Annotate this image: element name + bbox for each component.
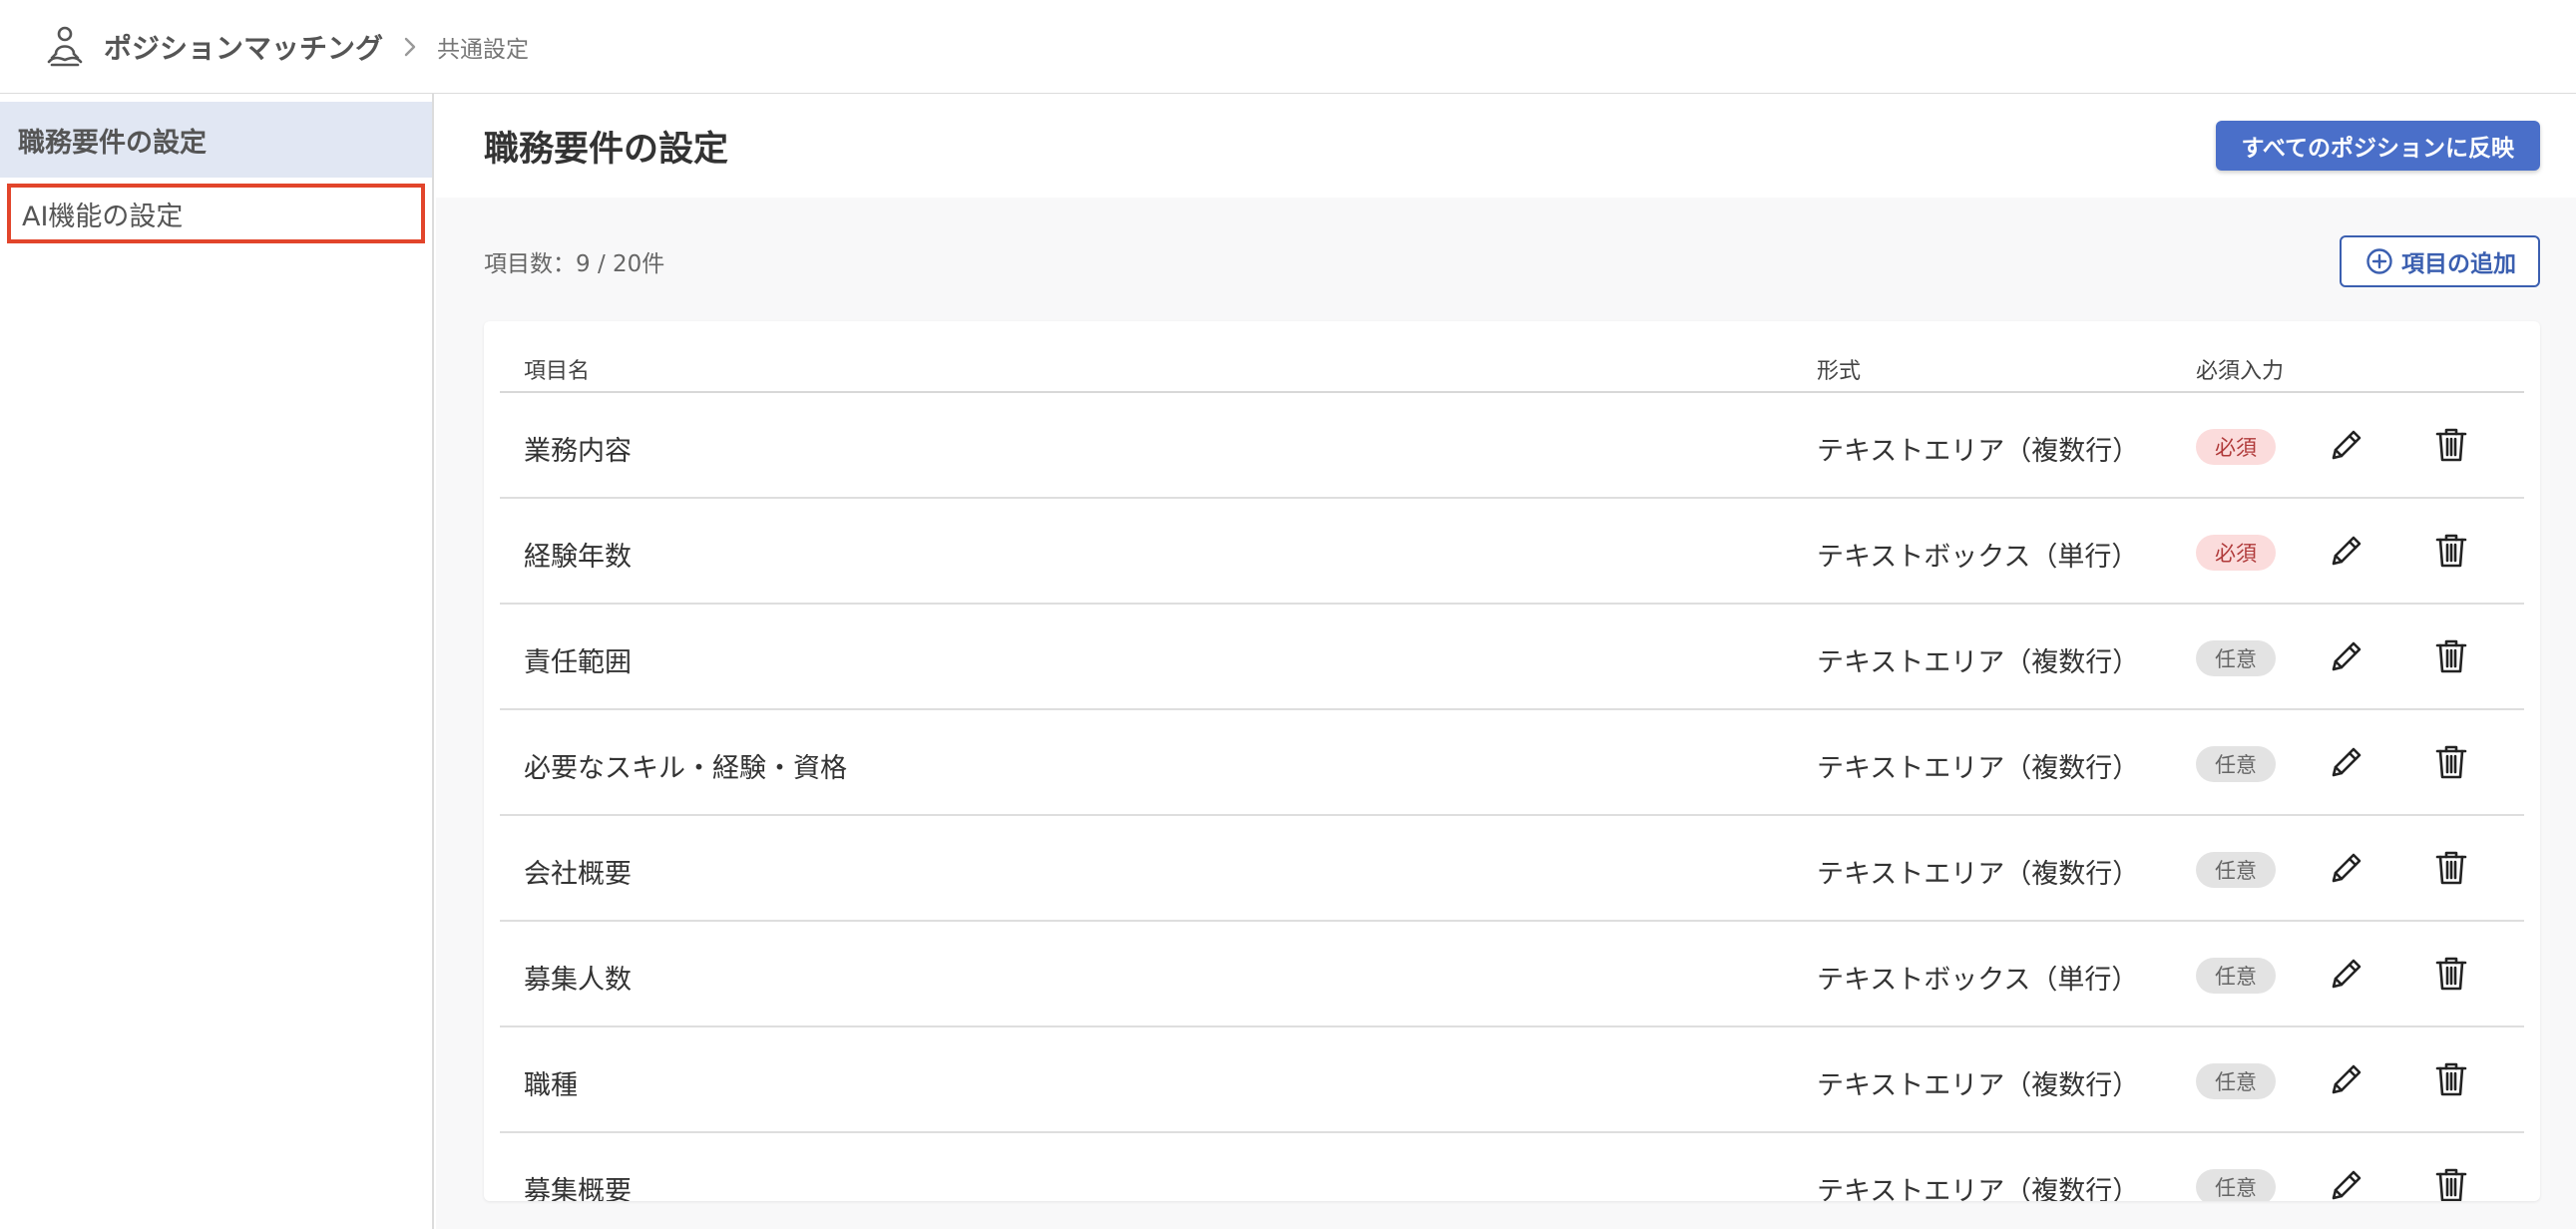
table-row: 責任範囲 テキストエリア（複数行） 任意 [500, 605, 2524, 710]
item-name: 募集人数 [524, 965, 632, 996]
trash-icon[interactable] [2429, 1163, 2473, 1201]
column-header-required: 必須入力 [2196, 359, 2285, 384]
add-item-button[interactable]: 項目の追加 [2340, 235, 2540, 287]
pencil-icon[interactable] [2325, 423, 2368, 467]
trash-icon[interactable] [2429, 1057, 2473, 1101]
item-name: 業務内容 [524, 436, 632, 467]
required-badge: 任意 [2196, 958, 2276, 994]
sidebar-item-label: AI機能の設定 [22, 201, 184, 232]
meditation-person-icon[interactable] [40, 22, 90, 72]
pencil-icon[interactable] [2325, 1163, 2368, 1201]
table-row: 募集人数 テキストボックス（単行） 任意 [500, 922, 2524, 1027]
required-badge: 任意 [2196, 852, 2276, 888]
breadcrumb[interactable]: 共通設定 [437, 30, 529, 64]
trash-icon[interactable] [2429, 529, 2473, 573]
table-row: 募集概要 テキストエリア（複数行） 任意 [500, 1133, 2524, 1201]
table-header: 項目名 形式 必須入力 [500, 321, 2524, 393]
app-header: ポジションマッチング 共通設定 [0, 0, 2576, 94]
trash-icon[interactable] [2429, 740, 2473, 784]
item-name: 募集概要 [524, 1176, 632, 1201]
trash-icon[interactable] [2429, 846, 2473, 890]
item-type: テキストエリア（複数行） [1817, 1070, 2140, 1101]
item-type: テキストボックス（単行） [1817, 965, 2139, 996]
page-title: 職務要件の設定 [484, 129, 729, 170]
main-content: 職務要件の設定 すべてのポジションに反映 項目数：9 / 20件 項目の追加 項… [436, 94, 2576, 1229]
item-name: 会社概要 [524, 859, 632, 890]
pencil-icon[interactable] [2325, 846, 2368, 890]
required-badge: 必須 [2196, 535, 2276, 571]
sidebar-item-ai-settings[interactable]: AI機能の設定 [7, 184, 425, 243]
column-header-name: 項目名 [524, 359, 591, 384]
item-name: 必要なスキル・経験・資格 [524, 753, 847, 784]
plus-circle-icon [2366, 248, 2392, 274]
app-title[interactable]: ポジションマッチング [104, 27, 383, 67]
table-row: 業務内容 テキストエリア（複数行） 必須 [500, 393, 2524, 499]
table-toolbar: 項目数：9 / 20件 項目の追加 [484, 235, 2540, 287]
required-badge: 任意 [2196, 640, 2276, 676]
main-header: 職務要件の設定 すべてのポジションに反映 [436, 94, 2576, 198]
item-type: テキストエリア（複数行） [1817, 647, 2140, 678]
item-type: テキストエリア（複数行） [1817, 1176, 2140, 1201]
table-row: 会社概要 テキストエリア（複数行） 任意 [500, 816, 2524, 922]
table-row: 必要なスキル・経験・資格 テキストエリア（複数行） 任意 [500, 710, 2524, 816]
add-item-label: 項目の追加 [2401, 251, 2516, 277]
sidebar-item-job-requirements[interactable]: 職務要件の設定 [0, 102, 432, 178]
trash-icon[interactable] [2429, 423, 2473, 467]
required-badge: 任意 [2196, 1063, 2276, 1099]
required-badge: 任意 [2196, 746, 2276, 782]
pencil-icon[interactable] [2325, 952, 2368, 996]
sidebar: 職務要件の設定 AI機能の設定 [0, 94, 434, 1229]
item-type: テキストボックス（単行） [1817, 542, 2139, 573]
item-name: 責任範囲 [524, 647, 632, 678]
column-header-type: 形式 [1817, 359, 1862, 384]
item-count: 項目数：9 / 20件 [484, 251, 665, 277]
table-row: 職種 テキストエリア（複数行） 任意 [500, 1027, 2524, 1133]
required-badge: 必須 [2196, 429, 2276, 465]
item-name: 職種 [524, 1070, 578, 1101]
sidebar-item-label: 職務要件の設定 [18, 127, 207, 159]
required-badge: 任意 [2196, 1169, 2276, 1201]
trash-icon[interactable] [2429, 952, 2473, 996]
pencil-icon[interactable] [2325, 529, 2368, 573]
pencil-icon[interactable] [2325, 1057, 2368, 1101]
item-type: テキストエリア（複数行） [1817, 859, 2140, 890]
pencil-icon[interactable] [2325, 740, 2368, 784]
item-type: テキストエリア（複数行） [1817, 436, 2140, 467]
pencil-icon[interactable] [2325, 634, 2368, 678]
table-body: 業務内容 テキストエリア（複数行） 必須 経験年数 テキストボックス（単行） 必須 責任範囲… [500, 393, 2524, 1201]
trash-icon[interactable] [2429, 634, 2473, 678]
item-name: 経験年数 [524, 542, 632, 573]
items-table: 項目名 形式 必須入力 業務内容 テキストエリア（複数行） 必須 経験年数 テキストボッ… [484, 321, 2540, 1201]
item-type: テキストエリア（複数行） [1817, 753, 2140, 784]
apply-all-positions-button[interactable]: すべてのポジションに反映 [2215, 121, 2540, 171]
chevron-right-icon [395, 32, 425, 62]
table-row: 経験年数 テキストボックス（単行） 必須 [500, 499, 2524, 605]
